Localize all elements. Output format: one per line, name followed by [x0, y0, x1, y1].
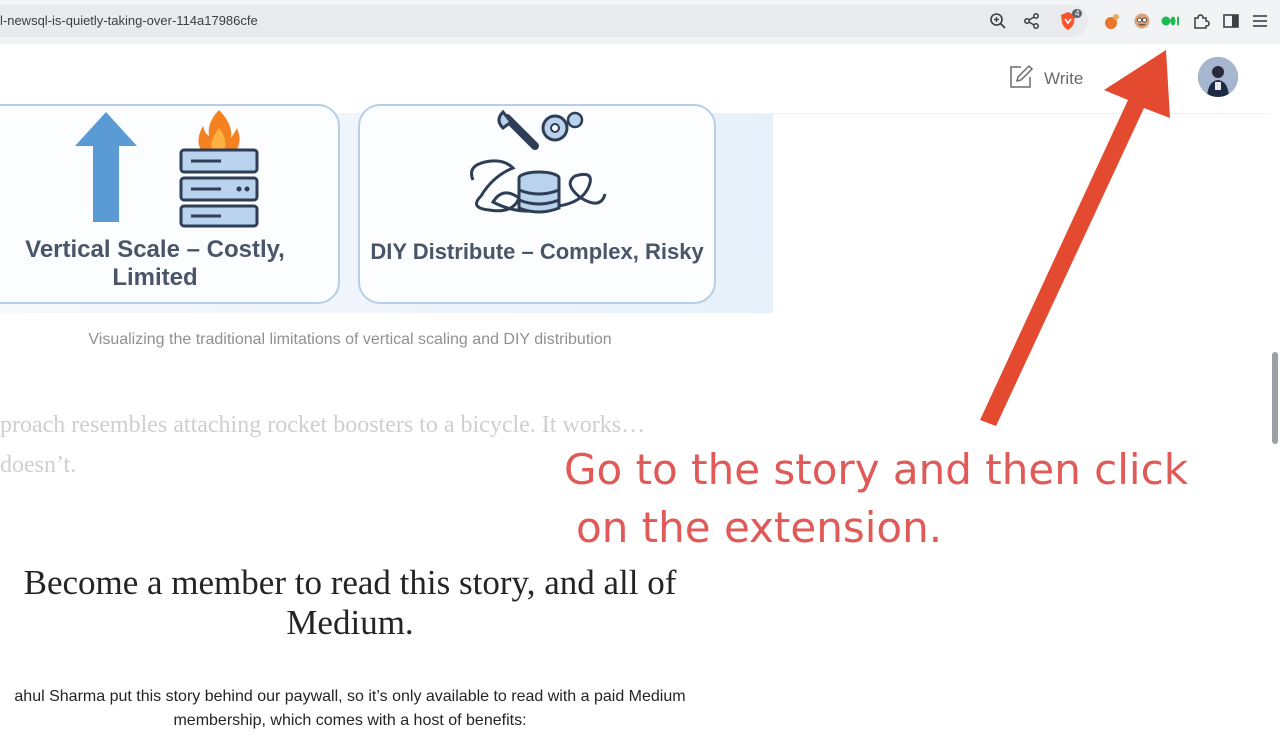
paywall-text: ahul Sharma put this story behind our pa…	[0, 685, 700, 733]
illustration-caption: Visualizing the traditional limitations …	[88, 331, 612, 348]
up-arrow-icon	[73, 106, 139, 229]
annotation-line-2: on the extension.	[576, 503, 943, 552]
card2-title: DIY Distribute – Complex, Risky	[370, 239, 704, 264]
extension-orange-icon[interactable]	[1102, 11, 1122, 31]
annotation-arrow	[980, 50, 1170, 426]
faded-line-2: doesn’t.	[0, 452, 77, 478]
share-icon[interactable]	[1022, 11, 1042, 31]
card1-title: Vertical Scale – Costly, Limited	[0, 236, 338, 292]
url-text[interactable]: l-newsql-is-quietly-taking-over-114a1798…	[0, 13, 258, 28]
paywall-title: Become a member to read this story, and …	[0, 563, 700, 643]
faded-line-1: proach resembles attaching rocket booste…	[0, 412, 646, 438]
paywall-title-line1: Become a member to read this story, and …	[23, 563, 677, 602]
article-illustration: Vertical Scale – Costly, Limited DIY Dis…	[0, 104, 773, 313]
user-avatar[interactable]	[1198, 57, 1238, 97]
browser-toolbar: l-newsql-is-quietly-taking-over-114a1798…	[0, 0, 1280, 45]
tangled-database-tools-icon	[463, 106, 613, 231]
paywall-text-line1: ahul Sharma put this story behind our pa…	[14, 688, 686, 705]
page-scrollbar[interactable]	[1270, 44, 1280, 753]
annotation-line-1: Go to the story and then click	[564, 445, 1189, 494]
extension-green-icon[interactable]	[1161, 11, 1181, 31]
diy-distribute-card: DIY Distribute – Complex, Risky	[358, 104, 716, 304]
address-bar[interactable]: l-newsql-is-quietly-taking-over-114a1798…	[0, 5, 1088, 37]
menu-icon[interactable]	[1250, 11, 1270, 31]
zoom-icon[interactable]	[988, 11, 1008, 31]
server-fire-icon	[177, 106, 261, 233]
extensions-puzzle-icon[interactable]	[1191, 11, 1211, 31]
paywall-title-line2: Medium.	[286, 603, 414, 642]
paywall-text-line2: membership, which comes with a host of b…	[173, 712, 527, 729]
card1-title-line1: Vertical Scale – Costly,	[25, 236, 285, 263]
card1-title-line2: Limited	[112, 264, 198, 291]
extension-face-icon[interactable]	[1132, 11, 1152, 31]
sidebar-icon[interactable]	[1221, 11, 1241, 31]
scrollbar-thumb[interactable]	[1272, 352, 1278, 444]
vertical-scale-card: Vertical Scale – Costly, Limited	[0, 104, 340, 304]
faded-article-text: proach resembles attaching rocket booste…	[0, 405, 645, 485]
